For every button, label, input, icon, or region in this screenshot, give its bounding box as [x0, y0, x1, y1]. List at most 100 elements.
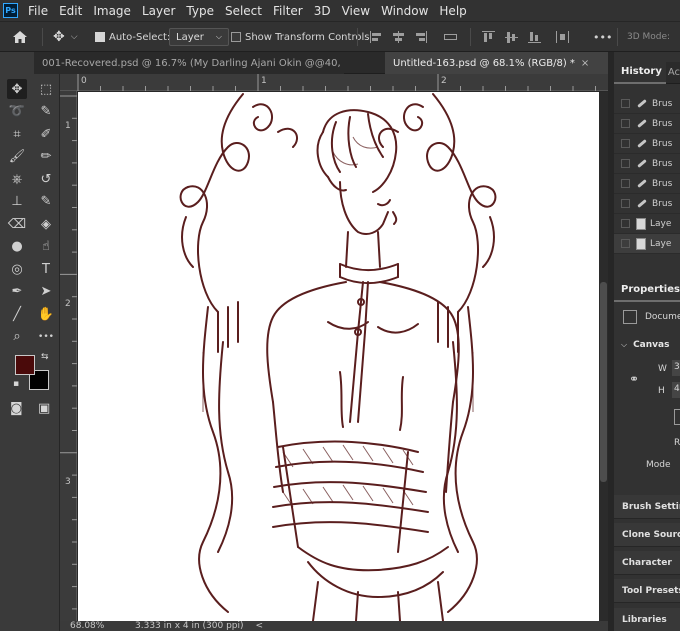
menu-file[interactable]: File: [28, 4, 48, 18]
menu-select[interactable]: Select: [225, 4, 262, 18]
align-top-bottom-icon[interactable]: [444, 31, 457, 43]
screen-mode-icon[interactable]: ▣: [38, 401, 50, 416]
brush-tool-button[interactable]: 🖌: [7, 147, 27, 167]
document-tab-active[interactable]: Untitled-163.psd @ 68.1% (RGB/8) * ×: [385, 52, 614, 74]
history-item[interactable]: Brus: [614, 194, 680, 214]
more-tools-button[interactable]: •••: [36, 327, 56, 347]
link-icon[interactable]: ⚭: [629, 372, 639, 386]
hand-tool-button[interactable]: ✋: [36, 304, 56, 324]
history-snapshot-checkbox[interactable]: [621, 119, 630, 128]
align-horizontal-centers-icon[interactable]: [392, 31, 405, 43]
quick-select-tool-button[interactable]: ✎: [36, 102, 56, 122]
scrollbar-thumb[interactable]: [600, 282, 607, 482]
sponge-tool-button[interactable]: ◎: [7, 259, 27, 279]
zoom-tool-icon: ⌕: [13, 329, 21, 344]
home-button[interactable]: [12, 22, 28, 52]
default-colors-icon[interactable]: ▪: [13, 379, 19, 389]
eraser-tool-button[interactable]: ⌫: [7, 214, 27, 234]
auto-select-checkbox[interactable]: [95, 32, 105, 42]
show-transform-checkbox[interactable]: [231, 32, 241, 42]
history-brush-tool-button[interactable]: ↺: [36, 169, 56, 189]
align-left-edges-icon[interactable]: [370, 31, 383, 43]
move-tool-preset-picker[interactable]: ✥ ⌵: [53, 22, 78, 52]
canvas-section-header[interactable]: ⌵ Canvas: [621, 340, 669, 350]
history-item[interactable]: Brus: [614, 154, 680, 174]
marquee-tool-button[interactable]: ⬚: [36, 79, 56, 99]
swap-colors-icon[interactable]: ⇆: [41, 352, 49, 362]
panel-brush-settings[interactable]: Brush Settings: [614, 495, 680, 519]
eyedropper-tool-button[interactable]: ✐: [36, 124, 56, 144]
history-item[interactable]: Brus: [614, 134, 680, 154]
quick-mask-icon[interactable]: ◙: [10, 401, 23, 416]
line-tool-button[interactable]: ╱: [7, 304, 27, 324]
smudge-tool-button[interactable]: ☝: [36, 237, 56, 257]
close-icon[interactable]: ×: [581, 58, 589, 69]
align-right-edges-icon[interactable]: [414, 31, 427, 43]
menu-image[interactable]: Image: [93, 4, 131, 18]
resolution-label: R: [674, 438, 680, 448]
type-tool-button[interactable]: T: [36, 259, 56, 279]
pencil-tool-button[interactable]: ✏: [36, 147, 56, 167]
history-item[interactable]: Laye: [614, 214, 680, 234]
align-vertical-centers-icon[interactable]: [505, 31, 518, 43]
lasso-tool-button[interactable]: ➰: [7, 102, 27, 122]
move-tool-button[interactable]: ✥: [7, 79, 27, 99]
vertical-ruler[interactable]: 1 2 3: [60, 91, 77, 621]
history-snapshot-checkbox[interactable]: [621, 239, 630, 248]
history-item[interactable]: Brus: [614, 94, 680, 114]
show-transform-toggle[interactable]: Show Transform Controls: [231, 22, 369, 52]
lasso-tool-icon: ➰: [8, 104, 26, 119]
tab-history[interactable]: History: [614, 61, 666, 84]
menu-help[interactable]: Help: [439, 4, 466, 18]
panel-character[interactable]: Character: [614, 551, 680, 575]
history-snapshot-checkbox[interactable]: [621, 99, 630, 108]
document-info[interactable]: 3.333 in x 4 in (300 ppi): [135, 621, 244, 631]
art-history-brush-tool-button[interactable]: ✎: [36, 192, 56, 212]
width-field[interactable]: 3: [672, 360, 680, 376]
history-item[interactable]: Laye: [614, 234, 680, 254]
panel-clone-source[interactable]: Clone Source: [614, 523, 680, 547]
canvas-viewport[interactable]: [78, 92, 599, 621]
tab-properties[interactable]: Properties: [614, 279, 680, 302]
document-tab[interactable]: 001-Recovered.psd @ 16.7% (My Darling Aj…: [34, 52, 344, 74]
history-snapshot-checkbox[interactable]: [621, 199, 630, 208]
history-snapshot-checkbox[interactable]: [621, 159, 630, 168]
panel-libraries[interactable]: Libraries: [614, 608, 680, 631]
orientation-box[interactable]: [674, 409, 680, 425]
menu-window[interactable]: Window: [381, 4, 428, 18]
foreground-color-swatch[interactable]: [15, 355, 35, 375]
menu-layer[interactable]: Layer: [142, 4, 175, 18]
zoom-level[interactable]: 68.08%: [70, 621, 125, 631]
status-arrow-icon[interactable]: <: [256, 621, 264, 631]
history-item[interactable]: Brus: [614, 174, 680, 194]
align-bottom-edges-icon[interactable]: [528, 31, 541, 43]
crop-tool-button[interactable]: ⌗: [7, 124, 27, 144]
document-canvas[interactable]: [78, 92, 599, 621]
tab-actions[interactable]: Act: [666, 62, 680, 84]
panel-tool-presets[interactable]: Tool Presets: [614, 579, 680, 603]
vertical-scrollbar[interactable]: [599, 92, 608, 621]
history-item[interactable]: Brus: [614, 114, 680, 134]
zoom-tool-button[interactable]: ⌕: [7, 327, 27, 347]
path-select-tool-button[interactable]: ➤: [36, 282, 56, 302]
paint-bucket-tool-button[interactable]: ◈: [36, 214, 56, 234]
menu-type[interactable]: Type: [186, 4, 214, 18]
clone-stamp-tool-button[interactable]: ⎈: [7, 169, 27, 189]
history-snapshot-checkbox[interactable]: [621, 219, 630, 228]
menu-view[interactable]: View: [342, 4, 370, 18]
stamp-tool-button[interactable]: ⊥: [7, 192, 27, 212]
pen-tool-button[interactable]: ✒: [7, 282, 27, 302]
menu-3d[interactable]: 3D: [314, 4, 331, 18]
history-snapshot-checkbox[interactable]: [621, 179, 630, 188]
more-options-button[interactable]: •••: [593, 22, 612, 52]
history-snapshot-checkbox[interactable]: [621, 139, 630, 148]
menu-edit[interactable]: Edit: [59, 4, 82, 18]
distribute-icon[interactable]: [556, 31, 569, 43]
align-top-edges-icon[interactable]: [482, 31, 495, 43]
menu-filter[interactable]: Filter: [273, 4, 303, 18]
horizontal-ruler[interactable]: 0 1 2: [60, 74, 608, 91]
auto-select-target-select[interactable]: Layer ⌵: [169, 28, 229, 46]
height-field[interactable]: 4: [672, 382, 680, 398]
auto-select-toggle[interactable]: Auto-Select:: [95, 22, 170, 52]
blur-tool-button[interactable]: ●: [7, 237, 27, 257]
